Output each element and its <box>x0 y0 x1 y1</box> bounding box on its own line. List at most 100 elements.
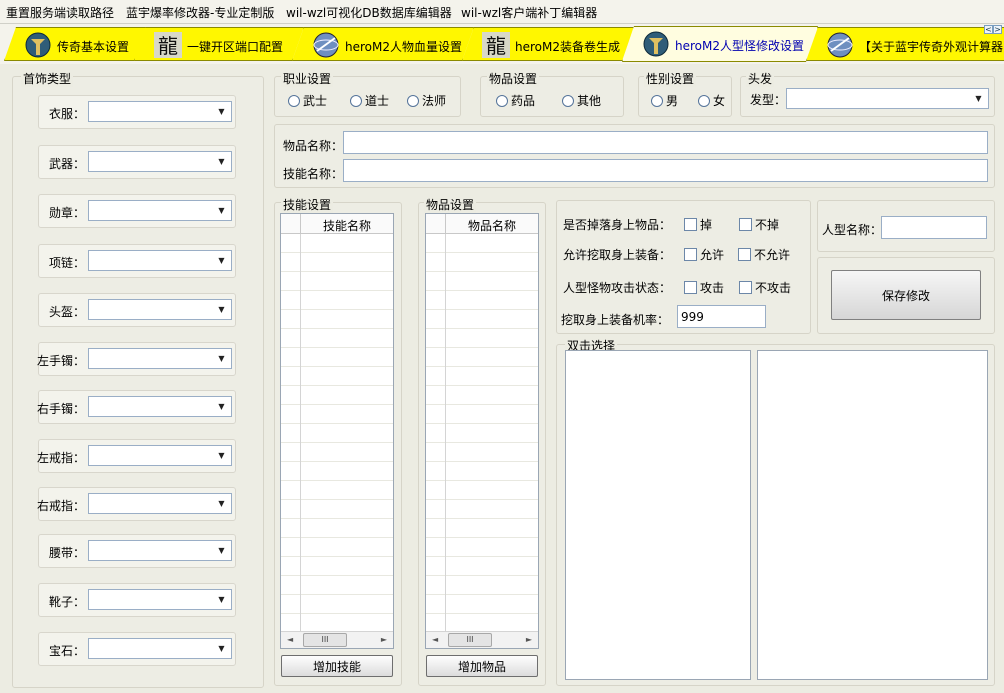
accessory-label-clothes: 衣服： <box>48 107 85 121</box>
items-group-title: 物品设置 <box>424 196 477 213</box>
scroll-right-icon[interactable]: ► <box>526 635 532 644</box>
tab-hero-hp[interactable]: heroM2人物血量设置 <box>292 27 474 61</box>
attack-no-checkbox[interactable]: 不攻击 <box>739 279 791 296</box>
tab-scroll-right-button[interactable]: > <box>993 25 1002 34</box>
accessory-select-belt[interactable]: ▼ <box>88 540 232 561</box>
gender-group-title: 性别设置 <box>644 70 697 87</box>
svg-text:龍: 龍 <box>158 34 178 58</box>
accessory-label-boots: 靴子： <box>48 595 85 609</box>
skill-name-input[interactable] <box>343 159 988 182</box>
skills-list[interactable]: 技能名称 ◄ III ► <box>280 213 394 649</box>
scroll-left-icon[interactable]: ◄ <box>287 635 293 644</box>
accessory-select-boots[interactable]: ▼ <box>88 589 232 610</box>
accessory-select-weapon[interactable]: ▼ <box>88 151 232 172</box>
items-list[interactable]: 物品名称 ◄ III ► <box>425 213 539 649</box>
tab-label: heroM2人型怪修改设置 <box>675 39 804 53</box>
add-skill-button[interactable]: 增加技能 <box>281 655 393 677</box>
hair-style-select[interactable]: ▼ <box>786 88 989 109</box>
menu-patch-editor[interactable]: wil-wzl客户端补丁编辑器 <box>461 4 597 21</box>
tab-label: heroM2人物血量设置 <box>345 40 462 54</box>
drop-items-label: 是否掉落身上物品： <box>563 218 672 232</box>
menu-db-editor[interactable]: wil-wzl可视化DB数据库编辑器 <box>286 4 452 21</box>
accessory-select-right-bracelet[interactable]: ▼ <box>88 396 232 417</box>
accessory-select-helmet[interactable]: ▼ <box>88 299 232 320</box>
tab-about-calculator[interactable]: 【关于蓝宇传奇外观计算器 <box>806 27 1004 61</box>
accessory-select-left-bracelet[interactable]: ▼ <box>88 348 232 369</box>
chevron-down-icon: ▼ <box>218 354 225 363</box>
tab-port-config[interactable]: 龍 一键开区端口配置 <box>134 27 304 61</box>
chevron-down-icon: ▼ <box>218 402 225 411</box>
globe-icon <box>311 31 341 59</box>
chevron-down-icon: ▼ <box>218 546 225 555</box>
drop-yes-checkbox[interactable]: 掉 <box>684 216 712 233</box>
save-changes-button[interactable]: 保存修改 <box>831 270 981 320</box>
accessory-select-gem[interactable]: ▼ <box>88 638 232 659</box>
accessory-label-medal: 勋章： <box>48 206 85 220</box>
accessory-label-right-ring: 右戒指： <box>36 499 85 513</box>
accessory-label-belt: 腰带： <box>48 546 85 560</box>
accessory-label-necklace: 项链： <box>48 256 85 270</box>
accessory-label-weapon: 武器： <box>48 157 85 171</box>
hair-group-title: 头发 <box>746 70 775 87</box>
tab-label: heroM2装备卷生成 <box>515 40 620 54</box>
dig-allow-checkbox[interactable]: 允许 <box>684 246 724 263</box>
add-item-button[interactable]: 增加物品 <box>426 655 538 677</box>
radio-male[interactable]: 男 <box>651 92 678 109</box>
scroll-right-icon[interactable]: ► <box>381 635 387 644</box>
scroll-thumb[interactable]: III <box>448 633 492 647</box>
chevron-down-icon: ▼ <box>218 305 225 314</box>
radio-warrior[interactable]: 武士 <box>288 92 327 109</box>
tab-scroll-arrows: < > <box>984 25 1002 34</box>
skills-group-title: 技能设置 <box>281 196 334 213</box>
monster-name-label: 人型名称： <box>822 223 883 237</box>
tab-hero-humanoid-monster[interactable]: heroM2人型怪修改设置 <box>622 26 818 62</box>
tab-legend-basic[interactable]: 传奇基本设置 <box>4 27 148 61</box>
chevron-down-icon: ▼ <box>218 499 225 508</box>
tab-strip: 传奇基本设置 龍 一键开区端口配置 heroM2人物血量设置 龍 heroM2装… <box>0 24 1004 64</box>
items-hscrollbar[interactable]: ◄ III ► <box>426 631 538 648</box>
accessory-label-left-ring: 左戒指： <box>36 451 85 465</box>
attack-yes-checkbox[interactable]: 攻击 <box>684 279 724 296</box>
itemtype-group-title: 物品设置 <box>487 70 540 87</box>
skill-name-label: 技能名称： <box>283 167 344 181</box>
legend-logo-icon <box>23 31 53 59</box>
chevron-down-icon: ▼ <box>218 157 225 166</box>
skills-column-header: 技能名称 <box>322 219 371 233</box>
radio-mage[interactable]: 法师 <box>407 92 446 109</box>
drop-no-checkbox[interactable]: 不掉 <box>739 216 779 233</box>
menu-drop-rate-editor[interactable]: 蓝宇爆率修改器-专业定制版 <box>126 4 274 21</box>
accessory-select-left-ring[interactable]: ▼ <box>88 445 232 466</box>
radio-other[interactable]: 其他 <box>562 92 601 109</box>
scroll-left-icon[interactable]: ◄ <box>432 635 438 644</box>
dblclick-list-left[interactable] <box>565 350 751 680</box>
tab-scroll-left-button[interactable]: < <box>984 25 993 34</box>
scroll-thumb[interactable]: III <box>303 633 347 647</box>
radio-medicine[interactable]: 药品 <box>496 92 535 109</box>
tab-label: 传奇基本设置 <box>57 40 130 54</box>
skills-hscrollbar[interactable]: ◄ III ► <box>281 631 393 648</box>
accessory-select-right-ring[interactable]: ▼ <box>88 493 232 514</box>
items-column-header: 物品名称 <box>467 219 516 233</box>
dig-deny-checkbox[interactable]: 不允许 <box>738 246 790 263</box>
accessory-label-gem: 宝石： <box>48 644 85 658</box>
accessory-select-medal[interactable]: ▼ <box>88 200 232 221</box>
chevron-down-icon: ▼ <box>218 256 225 265</box>
dig-rate-input[interactable]: 999 <box>677 305 766 328</box>
chevron-down-icon: ▼ <box>218 107 225 116</box>
dblclick-list-right[interactable] <box>757 350 988 680</box>
profession-group-title: 职业设置 <box>281 70 334 87</box>
accessory-label-helmet: 头盔： <box>48 305 85 319</box>
dig-equip-label: 允许挖取身上装备： <box>563 248 672 262</box>
menu-reset-path[interactable]: 重置服务端读取路径 <box>6 4 114 21</box>
item-name-input[interactable] <box>343 131 988 154</box>
monster-name-input[interactable] <box>881 216 987 239</box>
accessory-select-necklace[interactable]: ▼ <box>88 250 232 271</box>
radio-taoist[interactable]: 道士 <box>350 92 389 109</box>
chevron-down-icon: ▼ <box>218 644 225 653</box>
accessory-select-clothes[interactable]: ▼ <box>88 101 232 122</box>
dragon-glyph-icon: 龍 <box>153 31 183 59</box>
tab-hero-equip-scroll[interactable]: 龍 heroM2装备卷生成 <box>462 27 634 61</box>
radio-female[interactable]: 女 <box>698 92 725 109</box>
menu-bar: 重置服务端读取路径 蓝宇爆率修改器-专业定制版 wil-wzl可视化DB数据库编… <box>0 0 1004 24</box>
dig-rate-label: 挖取身上装备机率： <box>561 313 670 327</box>
